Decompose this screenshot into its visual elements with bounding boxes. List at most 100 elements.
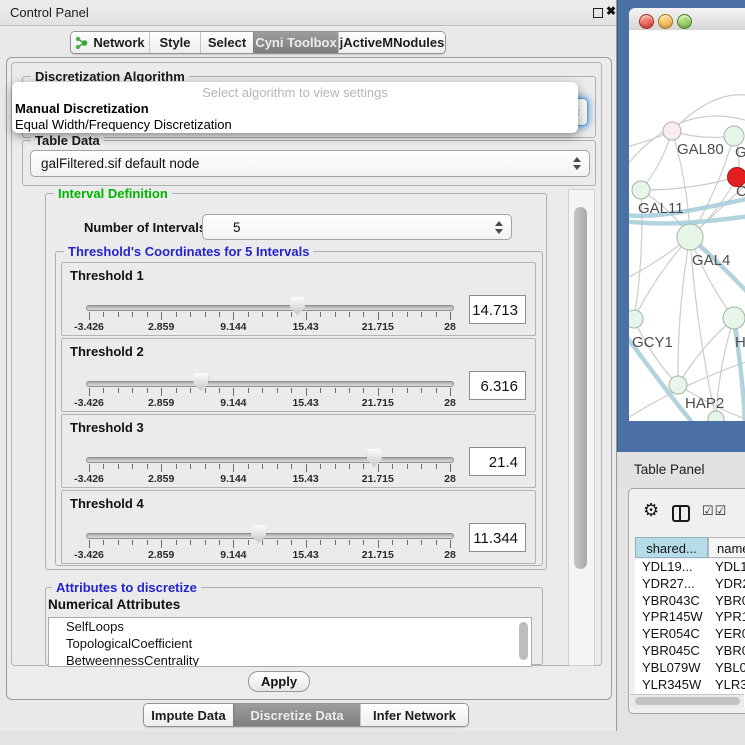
slider-track[interactable] xyxy=(86,381,454,387)
float-window-icon[interactable] xyxy=(593,8,603,18)
tab-jactivemnodules[interactable]: jActiveMNodules xyxy=(338,32,445,53)
network-node[interactable] xyxy=(632,181,650,199)
network-node[interactable] xyxy=(677,224,703,250)
tab-infer-network[interactable]: Infer Network xyxy=(360,704,468,726)
network-node-label: C xyxy=(736,183,745,200)
table-cell[interactable]: YBL079W xyxy=(642,660,701,677)
number-of-intervals-combo[interactable]: 5 xyxy=(202,214,512,240)
slider-tick-label: 2.859 xyxy=(136,473,186,485)
slider-tick-label: -3.426 xyxy=(64,473,114,485)
attribute-list-item[interactable]: SelfLoops xyxy=(49,618,531,635)
table-column-header[interactable]: name xyxy=(708,537,745,558)
tab-impute-data[interactable]: Impute Data xyxy=(144,704,233,726)
slider-track[interactable] xyxy=(86,533,454,539)
tab-discretize-data[interactable]: Discretize Data xyxy=(233,704,360,726)
tab-cyni-toolbox[interactable]: Cyni Toolbox xyxy=(253,32,338,53)
tab-select[interactable]: Select xyxy=(200,32,253,53)
numerical-attributes-list[interactable]: SelfLoopsTopologicalCoefficientBetweenne… xyxy=(48,617,532,667)
slider-tick xyxy=(335,388,336,393)
table-cell[interactable]: YPR1 xyxy=(715,609,745,626)
network-node[interactable] xyxy=(629,310,643,328)
table-cell[interactable]: YER0 xyxy=(715,626,745,643)
column-layout-icon[interactable] xyxy=(672,505,690,522)
table-row[interactable]: YDR27... YDR2 xyxy=(635,576,745,593)
network-node[interactable] xyxy=(663,122,681,140)
slider-tick xyxy=(450,312,451,320)
table-row[interactable]: YDL19... YDL1 xyxy=(635,559,745,576)
network-node[interactable] xyxy=(724,126,744,146)
horizontal-scrollbar-thumb[interactable] xyxy=(635,697,740,705)
slider-track[interactable] xyxy=(86,305,454,311)
node-table[interactable]: shared...nameYDL19...YDL1YDR27...YDR2YBR… xyxy=(635,537,745,707)
gear-icon[interactable]: ⚙ xyxy=(643,500,659,521)
table-cell[interactable]: YBR0 xyxy=(715,593,745,610)
network-edge xyxy=(641,131,672,190)
slider-tick xyxy=(291,388,292,393)
slider-tick xyxy=(349,312,350,317)
slider-tick xyxy=(363,388,364,393)
threshold-value-field[interactable]: 11.344 xyxy=(469,523,526,552)
checkboxes-icon[interactable]: ☑☑ xyxy=(702,503,727,519)
slider-thumb[interactable] xyxy=(251,525,266,543)
table-row[interactable]: YBR045C YBR0 xyxy=(635,643,745,660)
table-row[interactable]: YLR345W YLR3 xyxy=(635,677,745,694)
tab-network[interactable]: Network xyxy=(71,32,149,53)
slider-tick xyxy=(363,464,364,469)
network-window-titlebar[interactable] xyxy=(629,8,745,31)
table-row[interactable]: YPR145W YPR1 xyxy=(635,609,745,626)
threshold-value-field[interactable]: 6.316 xyxy=(469,371,526,400)
attribute-list-item[interactable]: BetweennessCentrality xyxy=(49,652,531,667)
apply-button[interactable]: Apply xyxy=(248,671,310,692)
slider-tick-label: 28 xyxy=(425,397,475,409)
minimize-traffic-light[interactable] xyxy=(658,14,673,29)
table-cell[interactable]: YER054C xyxy=(642,626,700,643)
list-scrollbar-thumb[interactable] xyxy=(519,622,528,660)
table-cell[interactable]: YBR0 xyxy=(715,643,745,660)
network-node-label: GAL11 xyxy=(638,200,684,217)
network-node[interactable] xyxy=(708,411,724,421)
vertical-scrollbar-thumb[interactable] xyxy=(574,207,587,569)
slider-track[interactable] xyxy=(86,457,454,463)
slider-tick xyxy=(132,540,133,545)
slider-tick-label: 2.859 xyxy=(136,549,186,561)
slider-tick xyxy=(219,464,220,469)
table-cell[interactable]: YLR3 xyxy=(715,677,745,694)
table-cell[interactable]: YBR045C xyxy=(642,643,700,660)
threshold-value-field[interactable]: 21.4 xyxy=(469,447,526,476)
zoom-traffic-light[interactable] xyxy=(677,14,692,29)
table-cell[interactable]: YDR2 xyxy=(715,576,745,593)
slider-tick xyxy=(132,464,133,469)
slider-tick xyxy=(176,464,177,469)
attribute-list-item[interactable]: TopologicalCoefficient xyxy=(49,635,531,652)
table-cell[interactable]: YDL19... xyxy=(642,559,693,576)
algorithm-option[interactable]: Equal Width/Frequency Discretization xyxy=(15,117,232,132)
tab-style[interactable]: Style xyxy=(149,32,200,53)
table-cell[interactable]: YDR27... xyxy=(642,576,695,593)
table-column-header[interactable]: shared... xyxy=(635,537,708,558)
table-row[interactable]: YBR043C YBR0 xyxy=(635,593,745,610)
slider-tick xyxy=(103,540,104,545)
slider-thumb[interactable] xyxy=(193,373,208,391)
network-node[interactable] xyxy=(723,307,745,329)
table-cell[interactable]: YDL1 xyxy=(715,559,745,576)
close-traffic-light[interactable] xyxy=(639,14,654,29)
slider-tick xyxy=(219,312,220,317)
slider-tick xyxy=(219,388,220,393)
table-row[interactable]: YER054C YER0 xyxy=(635,626,745,643)
table-cell[interactable]: YLR345W xyxy=(642,677,701,694)
network-canvas[interactable]: GAL80GACGAL11GAL4GCY1HHAP2 xyxy=(629,30,745,421)
network-node[interactable] xyxy=(669,376,687,394)
table-row[interactable]: YBL079W YBL0 xyxy=(635,660,745,677)
slider-tick-label: 9.144 xyxy=(208,321,258,333)
table-cell[interactable]: YPR145W xyxy=(642,609,703,626)
table-cell[interactable]: YBR043C xyxy=(642,593,700,610)
algorithm-option[interactable]: Manual Discretization xyxy=(15,101,149,116)
table-cell[interactable]: YBL0 xyxy=(715,660,745,677)
close-icon[interactable]: ✖ xyxy=(606,4,616,18)
threshold-value-field[interactable]: 14.713 xyxy=(469,295,526,324)
table-data-combo[interactable]: galFiltered.sif default node xyxy=(30,150,590,177)
slider-tick xyxy=(262,540,263,545)
slider-tick xyxy=(436,464,437,469)
slider-tick xyxy=(450,388,451,396)
slider-thumb[interactable] xyxy=(367,449,382,467)
